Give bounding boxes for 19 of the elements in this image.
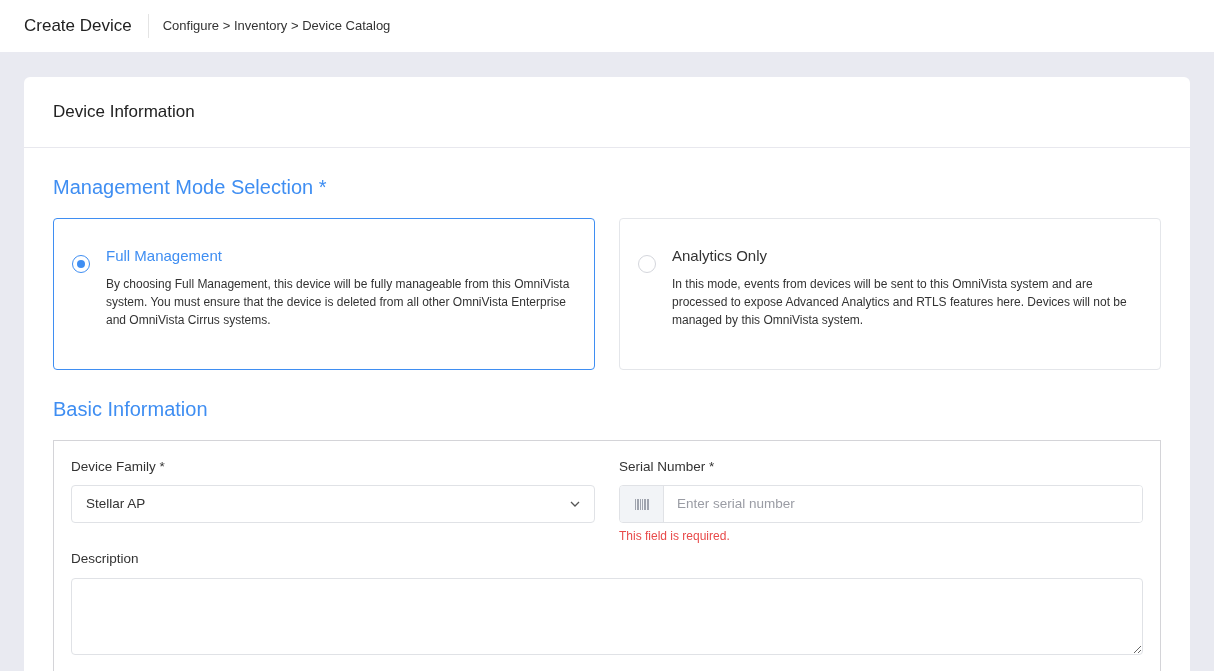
mode-option[interactable]	[53, 217, 595, 370]
serial-number-field[interactable]: Enter serial number	[619, 485, 1143, 524]
field-label: Device Family *	[71, 458, 166, 476]
field-label: Serial Number *	[619, 458, 716, 476]
chevron-down-icon	[570, 501, 580, 508]
breadcrumb: Configure > Inventory > Device Catalog	[161, 17, 391, 36]
option-title: Full Management	[106, 245, 223, 266]
section-heading: Basic Information	[53, 397, 209, 422]
error-message: This field is required.	[619, 528, 731, 546]
option-description: In this mode, events from devices will be sent to this OmniVista system and are processed to expose Advanced Analytics and RTLS features here. Devices will not be managed by this OmniVista system.	[672, 276, 1128, 329]
page-title: Create Device	[24, 14, 149, 38]
device-family-select[interactable]: Stellar AP	[71, 485, 595, 524]
option-title: Analytics Only	[672, 245, 769, 266]
option-description: By choosing Full Management, this device will be fully manageable from this OmniVista system. You must ensure that the device is deleted from all other OmniVista Enterprise and OmniVista Cirrus systems.	[106, 276, 571, 329]
card-title: Device Information	[24, 77, 1190, 148]
barcode-icon	[634, 498, 649, 510]
section-heading: Management Mode Selection *	[53, 174, 328, 200]
field-label: Description	[71, 550, 140, 569]
description-field[interactable]	[71, 577, 1143, 655]
